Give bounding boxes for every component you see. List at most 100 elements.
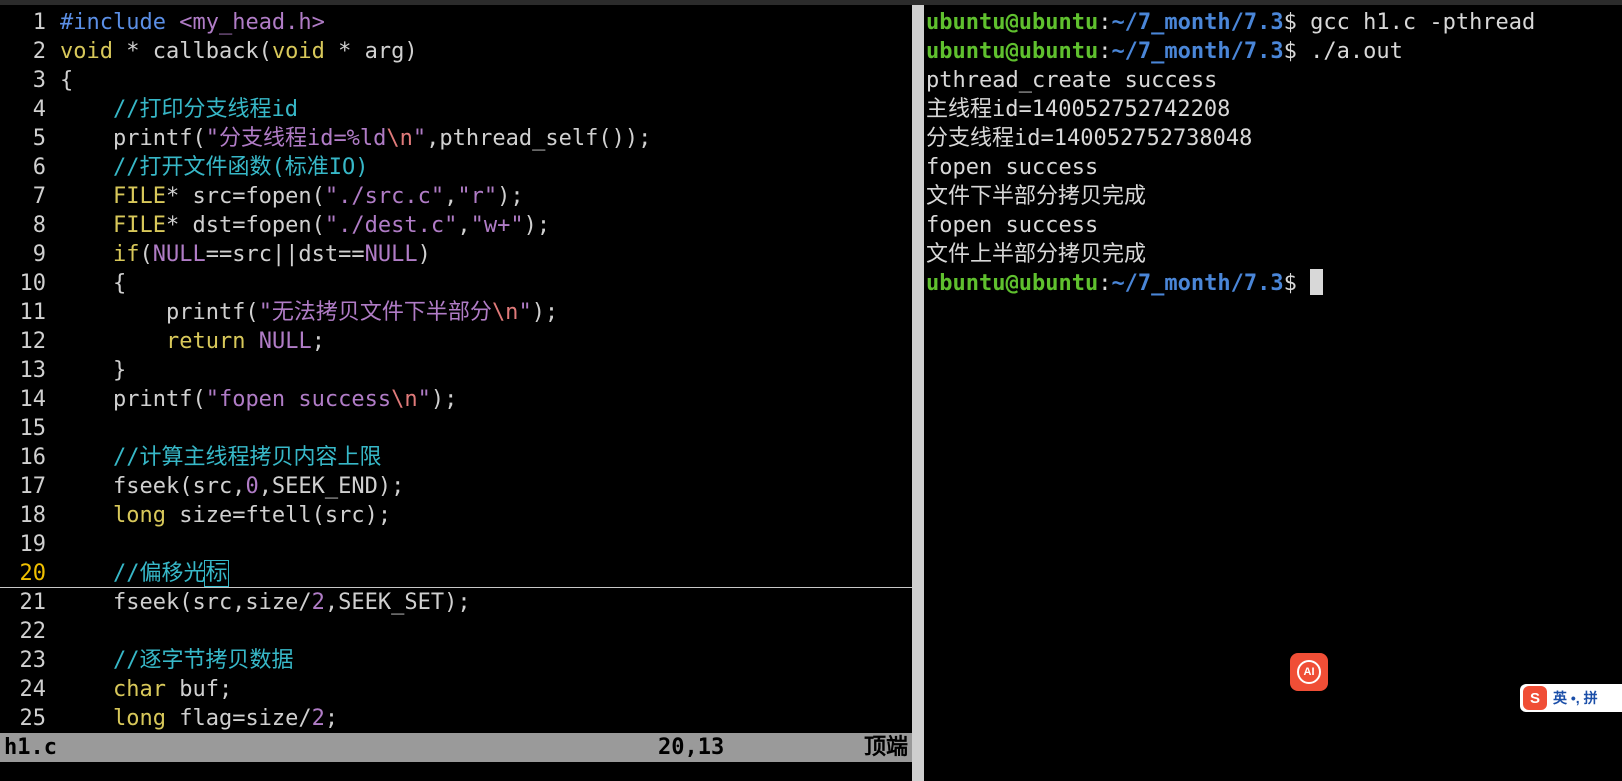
code-token: , xyxy=(457,213,471,238)
line-number: 5 xyxy=(32,126,46,151)
pane-divider[interactable] xyxy=(912,5,924,781)
prompt-dollar: $ xyxy=(1283,10,1311,35)
line-number: 19 xyxy=(19,532,47,557)
code-token: ); xyxy=(497,184,524,209)
code-line[interactable]: 2 void * callback(void * arg) xyxy=(0,37,912,66)
code-token: ) xyxy=(417,242,431,267)
prompt-colon: : xyxy=(1098,39,1112,64)
code-line[interactable]: 4 //打印分支线程id xyxy=(0,95,912,124)
terminal-command: gcc h1.c -pthread xyxy=(1310,10,1536,35)
line-number: 25 xyxy=(19,706,47,731)
code-token: //偏移光 xyxy=(60,561,206,586)
ime-mode-label[interactable]: 英 •, 拼 xyxy=(1553,688,1598,708)
code-line[interactable]: 14 printf("fopen success\n"); xyxy=(0,385,912,414)
code-token: void xyxy=(271,39,325,64)
code-token: ; xyxy=(324,706,339,731)
line-number: 18 xyxy=(19,503,47,528)
prompt-dollar: $ xyxy=(1283,39,1311,64)
code-line[interactable]: 22 xyxy=(0,617,912,646)
code-line[interactable]: 13 } xyxy=(0,356,912,385)
line-number: 12 xyxy=(19,329,47,354)
prompt-user: ubuntu@ubuntu xyxy=(926,271,1099,296)
code-line[interactable]: 24 char buf; xyxy=(0,675,912,704)
line-number: 6 xyxy=(32,155,46,180)
code-token: 2 xyxy=(311,706,325,731)
code-line[interactable]: 25 long flag=size/2; xyxy=(0,704,912,733)
terminal-pane[interactable]: ubuntu@ubuntu:~/7_month/7.3$ gcc h1.c -p… xyxy=(924,5,1622,781)
terminal-output-text: 文件下半部分拷贝完成 xyxy=(926,184,1147,209)
code-line[interactable]: 5 printf("分支线程id=%ld\n",pthread_self()); xyxy=(0,124,912,153)
code-token: "w+" xyxy=(470,213,524,238)
code-token: #include xyxy=(60,10,180,35)
vim-statusline: h1.c 20,13 顶端 xyxy=(0,733,912,762)
code-token: NULL xyxy=(152,242,206,267)
code-token: printf( xyxy=(60,387,206,412)
code-line[interactable]: 1 #include <my_head.h> xyxy=(0,8,912,37)
code-line[interactable]: 3{ xyxy=(0,66,912,95)
code-line[interactable]: 10 { xyxy=(0,269,912,298)
code-line[interactable]: 16 //计算主线程拷贝内容上限 xyxy=(0,443,912,472)
code-token: fseek(src, xyxy=(60,474,246,499)
line-number: 23 xyxy=(19,648,47,673)
prompt-user: ubuntu@ubuntu xyxy=(926,39,1099,64)
ai-assistant-button[interactable]: AI xyxy=(1290,653,1328,691)
code-token: "./src.c" xyxy=(324,184,445,209)
code-line[interactable]: 17 fseek(src,0,SEEK_END); xyxy=(0,472,912,501)
code-token: //逐字节拷贝数据 xyxy=(60,648,294,673)
code-line[interactable]: 6 //打开文件函数(标准IO) xyxy=(0,153,912,182)
line-number: 2 xyxy=(32,39,46,64)
prompt-path: ~/7_month/7.3 xyxy=(1111,39,1284,64)
terminal-prompt-line: ubuntu@ubuntu:~/7_month/7.3$ xyxy=(926,269,1620,298)
code-line[interactable]: 12 return NULL; xyxy=(0,327,912,356)
code-token: return xyxy=(165,329,246,354)
code-token: <my_head.h> xyxy=(179,10,325,35)
code-line[interactable]: 9 if(NULL==src||dst==NULL) xyxy=(0,240,912,269)
line-number: 16 xyxy=(19,445,47,470)
code-line[interactable]: 18 long size=ftell(src); xyxy=(0,501,912,530)
line-number: 11 xyxy=(19,300,47,325)
line-number: 15 xyxy=(19,416,47,441)
code-token: void xyxy=(60,39,113,64)
code-token: ); xyxy=(430,387,458,412)
line-number: 3 xyxy=(32,68,46,93)
code-token: * dst=fopen( xyxy=(165,213,325,238)
code-token: \n xyxy=(491,300,519,325)
code-token: " xyxy=(518,300,532,325)
code-token: ,SEEK_END); xyxy=(258,474,405,499)
code-token: } xyxy=(60,358,127,383)
terminal-command: ./a.out xyxy=(1310,39,1403,64)
input-method-toolbar[interactable]: S 英 •, 拼 xyxy=(1520,684,1622,712)
code-token: ,pthread_self()); xyxy=(426,126,652,151)
code-token: 0 xyxy=(245,474,259,499)
code-line[interactable]: 23 //逐字节拷贝数据 xyxy=(0,646,912,675)
terminal-prompt-line: ubuntu@ubuntu:~/7_month/7.3$ gcc h1.c -p… xyxy=(926,8,1620,37)
code-line[interactable]: 11 printf("无法拷贝文件下半部分\n"); xyxy=(0,298,912,327)
code-token: ,SEEK_SET); xyxy=(324,590,471,615)
code-token: //打印分支线程id xyxy=(60,97,298,122)
code-token: "fopen success xyxy=(205,387,392,412)
line-number: 9 xyxy=(32,242,46,267)
code-line[interactable]: 8 FILE* dst=fopen("./dest.c","w+"); xyxy=(0,211,912,240)
code-token: { xyxy=(60,271,127,296)
code-token: long xyxy=(112,503,166,528)
code-token: ); xyxy=(531,300,559,325)
vim-editor-pane[interactable]: 1 #include <my_head.h> 2 void * callback(vo… xyxy=(0,5,912,781)
code-token: //打开文件函数(标准IO) xyxy=(60,155,369,180)
terminal-cursor[interactable] xyxy=(1310,269,1324,295)
code-line[interactable]: 15 xyxy=(0,414,912,443)
code-token: * callback( xyxy=(112,39,272,64)
code-line[interactable]: 20 //偏移光标 xyxy=(0,559,912,588)
code-token: NULL xyxy=(258,329,312,354)
code-line[interactable]: 19 xyxy=(0,530,912,559)
status-filename: h1.c xyxy=(4,735,57,760)
code-token: flag=size/ xyxy=(165,706,312,731)
code-token: " xyxy=(417,387,431,412)
code-line[interactable]: 7 FILE* src=fopen("./src.c","r"); xyxy=(0,182,912,211)
terminal-output-text: 文件上半部分拷贝完成 xyxy=(926,242,1147,267)
code-area[interactable]: 1 #include <my_head.h> 2 void * callback(vo… xyxy=(0,8,912,733)
line-number: 17 xyxy=(19,474,47,499)
code-line[interactable]: 21 fseek(src,size/2,SEEK_SET); xyxy=(0,588,912,617)
